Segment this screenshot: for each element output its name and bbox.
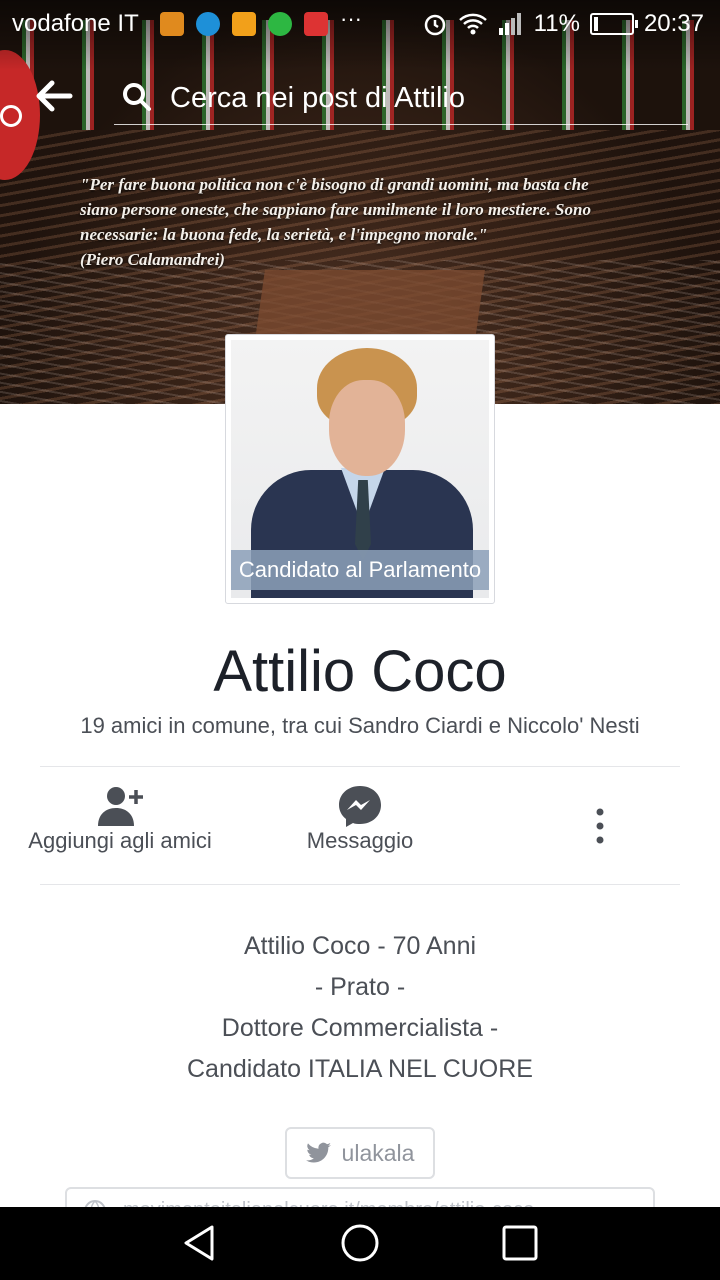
twitter-handle: ulakala	[341, 1139, 415, 1166]
whatsapp-icon	[268, 12, 292, 36]
bio-line: - Prato -	[314, 973, 406, 1001]
photo-caption: Candidato al Parlamento	[231, 550, 489, 590]
mutual-friends[interactable]: 19 amici in comune, tra cui Sandro Ciard…	[0, 713, 720, 739]
nav-back-icon[interactable]	[180, 1223, 220, 1263]
cover-floor	[255, 270, 485, 340]
clock: 20:37	[643, 10, 704, 37]
status-right: 11% 20:37	[422, 10, 704, 38]
battery-icon	[589, 13, 638, 35]
bio-line: Dottore Commercialista -	[221, 1014, 499, 1042]
skype-icon	[196, 12, 220, 36]
profile-photo[interactable]: Candidato al Parlamento	[225, 334, 495, 604]
divider	[40, 884, 680, 885]
carrier-name: vodafone IT	[12, 10, 139, 37]
more-vertical-icon[interactable]	[584, 804, 616, 848]
profile-name: Attilio Coco	[213, 639, 507, 704]
status-bar: vodafone IT ··· 11% 20:37	[0, 0, 720, 48]
messenger-icon	[339, 786, 381, 827]
twitter-icon	[305, 1142, 331, 1163]
profile-bio: Attilio Coco - 70 Anni - Prato - Dottore…	[0, 926, 720, 1090]
signal-icon	[498, 13, 521, 35]
notification-app-icon	[160, 12, 184, 36]
message-label: Messaggio	[306, 828, 414, 853]
twitter-link[interactable]: ulakala	[285, 1127, 435, 1179]
cover-quote: "Per fare buona politica non c'è bisogno…	[80, 172, 720, 272]
profile-photo-image: Candidato al Parlamento	[231, 340, 489, 598]
cover-quote-line: (Piero Calamandrei)	[80, 250, 225, 269]
cover-quote-line: "Per fare buona politica non c'è bisogno…	[80, 175, 589, 194]
gmail-icon	[304, 12, 328, 36]
more-notifications-icon: ···	[340, 6, 362, 31]
search-icon	[123, 83, 151, 111]
shop-icon	[232, 12, 256, 36]
add-friend-button[interactable]: Aggiungi agli amici	[0, 784, 240, 854]
search-input[interactable]	[168, 78, 672, 118]
back-arrow-icon[interactable]	[34, 78, 74, 114]
bio-line: Attilio Coco - 70 Anni	[243, 932, 477, 960]
wifi-icon	[458, 13, 487, 35]
bio-line: Candidato ITALIA NEL CUORE	[187, 1055, 533, 1083]
nav-recents-icon[interactable]	[500, 1223, 540, 1263]
nav-home-icon[interactable]	[340, 1223, 380, 1263]
add-friend-icon	[98, 787, 143, 826]
divider	[40, 766, 680, 767]
message-button[interactable]: Messaggio	[240, 784, 480, 854]
cover-quote-line: siano persone oneste, che sappiano fare …	[80, 200, 591, 219]
cover-quote-line: necessarie: la buona fede, la serietà, e…	[80, 225, 488, 244]
search-bar[interactable]	[114, 72, 688, 125]
photo-face	[329, 380, 405, 476]
system-nav-bar	[0, 1207, 720, 1280]
battery-percent: 11%	[533, 10, 580, 37]
alarm-icon	[424, 14, 445, 36]
add-friend-label: Aggiungi agli amici	[28, 828, 212, 853]
